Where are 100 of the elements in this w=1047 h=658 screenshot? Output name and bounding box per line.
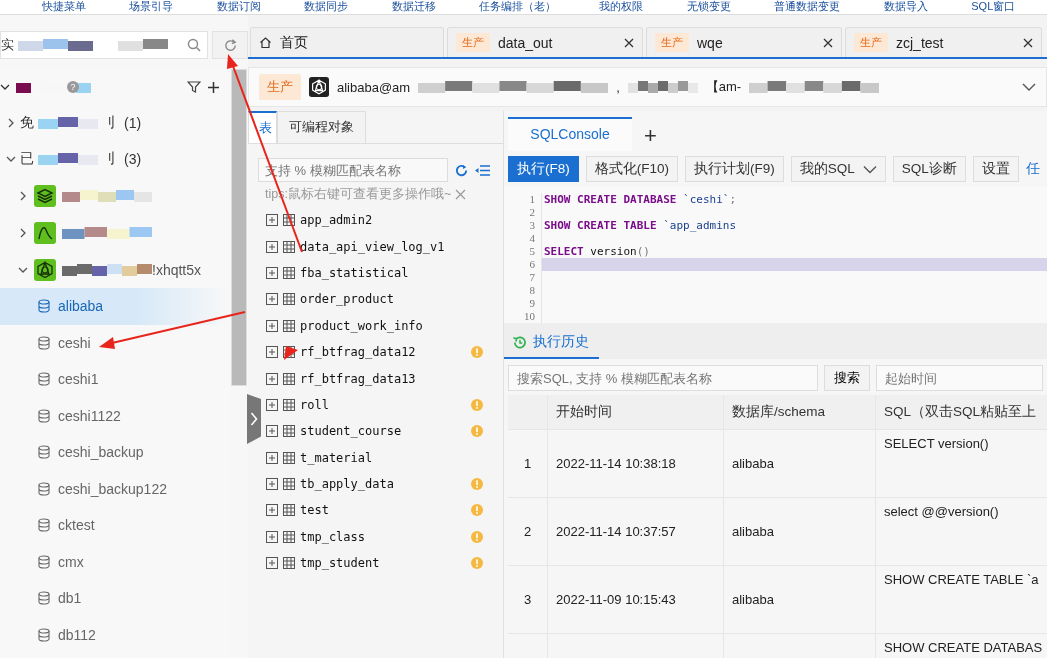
tab[interactable]: 可编程对象 xyxy=(277,111,366,143)
table-name[interactable]: data_api_view_log_v1 xyxy=(300,239,445,254)
table-name[interactable]: order_product xyxy=(300,292,394,307)
menu-item[interactable]: 数据导入 xyxy=(883,0,928,14)
table-name[interactable]: app_admin2 xyxy=(300,213,373,228)
chevron-right-icon[interactable] xyxy=(18,227,28,238)
tab[interactable]: 生产 zcj_test xyxy=(845,27,1042,57)
search-button[interactable]: 搜索 xyxy=(824,365,870,391)
scrollbar[interactable] xyxy=(231,69,247,386)
collapse-handle[interactable] xyxy=(247,394,261,444)
menu-item[interactable]: 无锁变更 xyxy=(686,0,731,14)
tab[interactable]: 执行历史 xyxy=(504,333,599,359)
menu-item[interactable]: 数据迁移 xyxy=(391,0,436,14)
table-name[interactable]: product_work_info xyxy=(300,318,423,333)
close-icon[interactable] xyxy=(823,37,833,48)
env-tag: 生产 xyxy=(456,33,490,52)
database-item[interactable]: db112 xyxy=(0,616,230,653)
database-item[interactable]: db1 xyxy=(0,580,230,617)
menu-item[interactable]: 数据同步 xyxy=(304,0,349,14)
table-name[interactable]: tmp_class xyxy=(300,529,366,544)
connection-user: alibaba@am xyxy=(337,79,411,95)
tab[interactable]: 首页 xyxy=(250,27,444,57)
tab[interactable]: 生产 data_out xyxy=(447,27,643,57)
search-field[interactable]: 实 xyxy=(0,31,208,59)
connection-selector[interactable]: 生产 alibaba@am , 【am- xyxy=(248,67,1047,107)
table-icon xyxy=(283,266,295,279)
expand-icon[interactable] xyxy=(266,451,278,464)
instance-name[interactable]: !xhqtt5x xyxy=(152,261,202,278)
table-name[interactable]: rf_btfrag_data13 xyxy=(300,371,416,386)
history-icon xyxy=(512,334,527,350)
group-label[interactable]: 免 xyxy=(20,114,34,132)
menu-item[interactable]: 快捷菜单 xyxy=(41,0,86,14)
expand-icon[interactable] xyxy=(266,319,278,332)
menu-item[interactable]: 数据订阅 xyxy=(216,0,261,14)
expand-icon[interactable] xyxy=(266,372,278,385)
expand-icon[interactable] xyxy=(266,293,278,306)
table-name[interactable]: roll xyxy=(300,397,329,412)
expand-icon[interactable] xyxy=(266,478,278,491)
table-name[interactable]: tmp_student xyxy=(300,556,380,571)
menu-item[interactable]: 场景引导 xyxy=(129,0,174,14)
tab[interactable]: 表 xyxy=(248,111,277,143)
table-name[interactable]: tb_apply_data xyxy=(300,477,394,492)
database-item[interactable]: ceshi1122 xyxy=(0,397,230,434)
table-icon xyxy=(283,372,295,385)
chevron-down-icon[interactable] xyxy=(1022,82,1036,92)
database-item[interactable]: ceshi xyxy=(0,324,230,361)
chevron-right-icon[interactable] xyxy=(6,118,16,128)
group-label[interactable]: 刂 xyxy=(102,150,116,168)
expand-icon[interactable] xyxy=(266,530,278,543)
expand-icon[interactable] xyxy=(266,557,278,570)
search-icon[interactable] xyxy=(187,38,201,52)
list-icon[interactable] xyxy=(475,163,490,177)
table-icon xyxy=(283,504,295,517)
table-name[interactable]: test xyxy=(300,503,329,518)
refresh-button[interactable] xyxy=(212,31,248,59)
expand-icon[interactable] xyxy=(266,425,278,438)
table-name[interactable]: rf_btfrag_data12 xyxy=(300,345,416,360)
chevron-down-icon[interactable] xyxy=(0,82,10,92)
database-item[interactable]: cktest xyxy=(0,507,230,544)
expand-icon[interactable] xyxy=(266,398,278,411)
plus-icon[interactable] xyxy=(207,80,220,94)
toolbar-button[interactable]: 格式化(F10) xyxy=(585,156,678,182)
close-icon[interactable] xyxy=(1023,37,1033,48)
table-name[interactable]: t_material xyxy=(300,450,373,465)
sql-search-field[interactable]: 搜索SQL, 支持 % 模糊匹配表名称 xyxy=(508,365,818,391)
expand-icon[interactable] xyxy=(266,504,278,517)
toolbar-button[interactable]: 执行计划(F9) xyxy=(685,156,784,182)
menu-item[interactable]: 任务编排（老） xyxy=(479,0,556,14)
add-tab-button[interactable]: + xyxy=(632,121,669,151)
table-cell: alibaba xyxy=(732,456,774,471)
dropdown-button[interactable]: 我的SQL xyxy=(790,156,886,182)
link[interactable]: 任 xyxy=(1025,160,1040,178)
line-number: 3 xyxy=(504,219,542,232)
expand-icon[interactable] xyxy=(266,346,278,359)
refresh-icon[interactable] xyxy=(454,162,469,178)
tab[interactable]: SQLConsole xyxy=(508,117,632,151)
expand-icon[interactable] xyxy=(266,240,278,253)
chevron-right-icon[interactable] xyxy=(18,190,28,201)
menu-item[interactable]: 我的权限 xyxy=(599,0,644,14)
run-button[interactable]: 执行(F8) xyxy=(508,156,579,182)
toolbar-button[interactable]: SQL诊断 xyxy=(892,156,966,182)
database-item[interactable]: ceshi_backup xyxy=(0,434,230,471)
database-item[interactable]: ceshi_backup122 xyxy=(0,470,230,507)
group-label[interactable]: 刂 xyxy=(102,114,116,132)
expand-icon[interactable] xyxy=(266,214,278,227)
chevron-down-icon[interactable] xyxy=(6,154,16,164)
close-icon[interactable] xyxy=(624,37,634,48)
table-name[interactable]: student_course xyxy=(300,424,402,439)
table-name[interactable]: fba_statistical xyxy=(300,265,409,280)
menu-item[interactable]: 普通数据变更 xyxy=(774,0,841,14)
start-time-field[interactable]: 起始时间 xyxy=(876,365,1043,391)
filter-icon[interactable] xyxy=(187,80,201,94)
menu-item[interactable]: SQL窗口 xyxy=(971,0,1016,14)
group-label[interactable]: 已 xyxy=(20,150,34,168)
env-tag: 生产 xyxy=(655,33,689,52)
database-item[interactable]: ceshi1 xyxy=(0,361,230,398)
database-item[interactable]: cmx xyxy=(0,543,230,580)
toolbar-button[interactable]: 设置 xyxy=(972,156,1019,182)
tab[interactable]: 生产 wqe xyxy=(646,27,842,57)
expand-icon[interactable] xyxy=(266,266,278,279)
